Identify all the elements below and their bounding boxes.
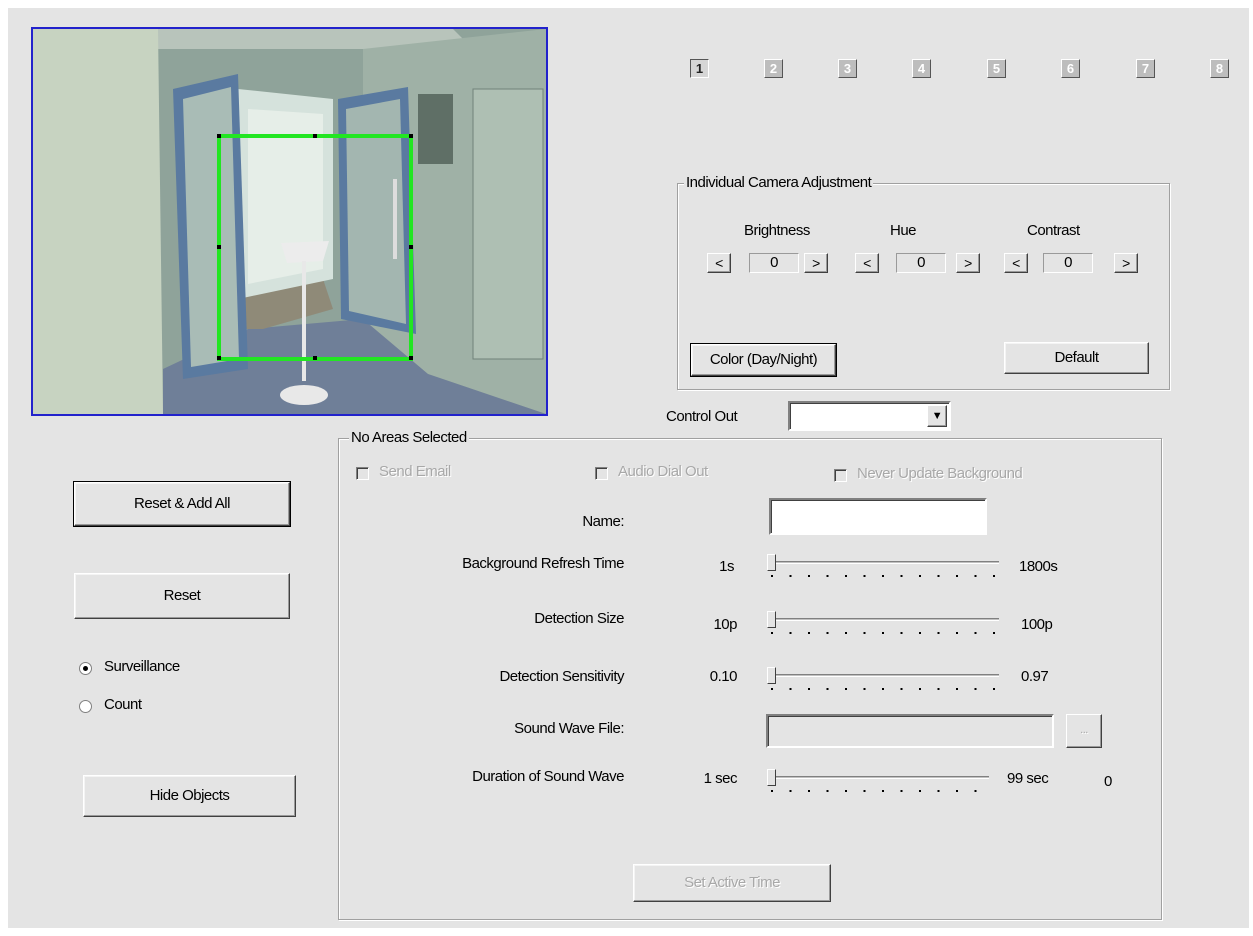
send-email-checkbox[interactable] (356, 467, 369, 480)
area-settings-group: No Areas Selected Send Email Audio Dial … (338, 429, 1162, 920)
control-out-select[interactable]: ▼ (788, 401, 951, 431)
brightness-decrease-button[interactable]: < (707, 253, 731, 273)
refresh-slider-thumb[interactable] (767, 554, 776, 571)
default-button[interactable]: Default (1004, 342, 1149, 374)
name-label: Name: (582, 513, 624, 530)
detection-sensitivity-slider[interactable] (767, 667, 999, 693)
brightness-value: 0 (749, 253, 799, 273)
detection-size-slider[interactable] (767, 611, 999, 637)
chevron-down-icon[interactable]: ▼ (927, 405, 947, 427)
camera-7-button[interactable]: 7 (1136, 59, 1155, 78)
hue-increase-button[interactable]: > (956, 253, 980, 273)
name-input[interactable] (769, 498, 987, 535)
brightness-increase-button[interactable]: > (804, 253, 828, 273)
duration-slider-thumb[interactable] (767, 769, 776, 786)
sound-wave-file-label: Sound Wave File: (514, 720, 624, 737)
never-update-background-label: Never Update Background (857, 465, 1023, 482)
camera-adjustment-group: Individual Camera Adjustment Brightness … (677, 174, 1170, 390)
refresh-max-label: 1800s (1019, 558, 1058, 575)
camera-view-image (33, 29, 546, 414)
camera-2-button[interactable]: 2 (764, 59, 783, 78)
sensitivity-max-label: 0.97 (1021, 668, 1049, 685)
brightness-label: Brightness (744, 222, 810, 239)
contrast-label: Contrast (1027, 222, 1080, 239)
count-radio[interactable] (79, 700, 92, 713)
refresh-time-slider[interactable] (767, 554, 999, 580)
size-max-label: 100p (1021, 616, 1053, 633)
detection-sensitivity-label: Detection Sensitivity (499, 668, 624, 685)
contrast-value: 0 (1043, 253, 1093, 273)
refresh-min-label: 1s (719, 558, 734, 575)
size-slider-thumb[interactable] (767, 611, 776, 628)
contrast-increase-button[interactable]: > (1114, 253, 1138, 273)
camera-5-button[interactable]: 5 (987, 59, 1006, 78)
refresh-time-label: Background Refresh Time (462, 555, 624, 572)
hue-value: 0 (896, 253, 946, 273)
count-label: Count (104, 696, 142, 713)
camera-1-button[interactable]: 1 (690, 59, 709, 78)
sensitivity-slider-thumb[interactable] (767, 667, 776, 684)
camera-4-button[interactable]: 4 (912, 59, 931, 78)
camera-3-button[interactable]: 3 (838, 59, 857, 78)
surveillance-radio[interactable] (79, 662, 92, 675)
hide-objects-button[interactable]: Hide Objects (83, 775, 296, 817)
audio-dial-out-label: Audio Dial Out (618, 463, 708, 480)
never-update-background-checkbox[interactable] (834, 469, 847, 482)
reset-button[interactable]: Reset (74, 573, 290, 619)
send-email-label: Send Email (379, 463, 451, 480)
camera-settings-window: 1 2 3 4 5 6 7 8 Individual Camera Adjust… (8, 8, 1249, 928)
duration-label: Duration of Sound Wave (472, 768, 624, 785)
camera-6-button[interactable]: 6 (1061, 59, 1080, 78)
browse-sound-file-button[interactable]: ... (1066, 714, 1102, 748)
size-min-label: 10p (713, 616, 737, 633)
duration-slider[interactable] (767, 769, 989, 795)
contrast-decrease-button[interactable]: < (1004, 253, 1028, 273)
camera-preview[interactable] (31, 27, 548, 416)
hue-label: Hue (890, 222, 917, 239)
sensitivity-min-label: 0.10 (709, 668, 738, 685)
detection-size-label: Detection Size (534, 610, 624, 627)
audio-dial-out-checkbox[interactable] (595, 467, 608, 480)
sound-wave-file-input[interactable] (766, 714, 1054, 748)
control-out-label: Control Out (666, 408, 738, 425)
area-group-title: No Areas Selected (349, 429, 469, 446)
surveillance-label: Surveillance (104, 658, 180, 675)
reset-add-all-button[interactable]: Reset & Add All (73, 481, 291, 527)
duration-current-value: 0 (1104, 773, 1112, 790)
set-active-time-button[interactable]: Set Active Time (633, 864, 831, 902)
duration-min-label: 1 sec (703, 770, 738, 787)
camera-adjustment-title: Individual Camera Adjustment (684, 174, 874, 191)
color-day-night-button[interactable]: Color (Day/Night) (690, 343, 837, 377)
hue-decrease-button[interactable]: < (855, 253, 879, 273)
duration-max-label: 99 sec (1007, 770, 1049, 787)
camera-8-button[interactable]: 8 (1210, 59, 1229, 78)
